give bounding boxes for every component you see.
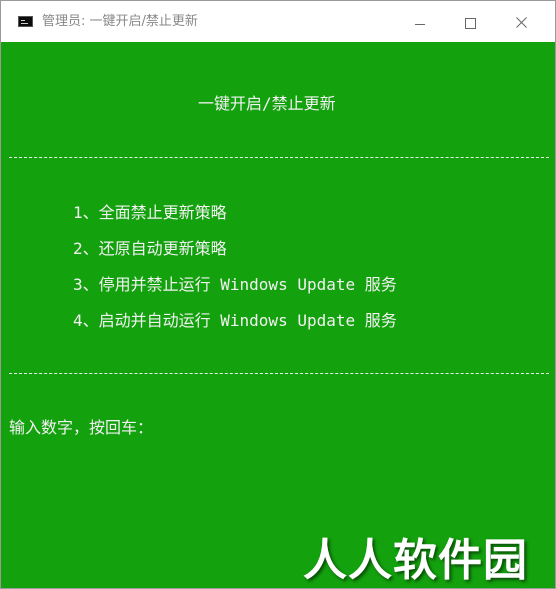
dashed-divider-top (9, 157, 549, 158)
minimize-icon (415, 24, 425, 25)
title-bar[interactable]: 管理员: 一键开启/禁止更新 (1, 1, 555, 42)
console-window: 管理员: 一键开启/禁止更新 一键开启/禁止更新 1、全面禁止更新策略 2、还原… (0, 0, 556, 589)
maximize-icon (465, 18, 476, 29)
input-prompt[interactable]: 输入数字，按回车： (9, 418, 153, 438)
menu-option-1: 1、全面禁止更新策略 (73, 203, 227, 222)
dashed-divider-bottom (9, 373, 549, 374)
close-icon (516, 17, 527, 28)
window-title: 管理员: 一键开启/禁止更新 (42, 14, 198, 29)
menu-option-2: 2、还原自动更新策略 (73, 239, 227, 258)
maximize-button[interactable] (445, 1, 495, 42)
console-heading: 一键开启/禁止更新 (198, 94, 336, 113)
console-icon[interactable] (18, 16, 33, 27)
console-area[interactable]: 一键开启/禁止更新 1、全面禁止更新策略 2、还原自动更新策略 3、停用并禁止运… (1, 42, 555, 588)
watermark-logo: 人人软件园 (303, 535, 528, 586)
close-button[interactable] (497, 1, 547, 42)
menu-option-4: 4、启动并自动运行 Windows Update 服务 (73, 311, 397, 330)
menu-option-3: 3、停用并禁止运行 Windows Update 服务 (73, 275, 397, 294)
minimize-button[interactable] (395, 1, 445, 42)
